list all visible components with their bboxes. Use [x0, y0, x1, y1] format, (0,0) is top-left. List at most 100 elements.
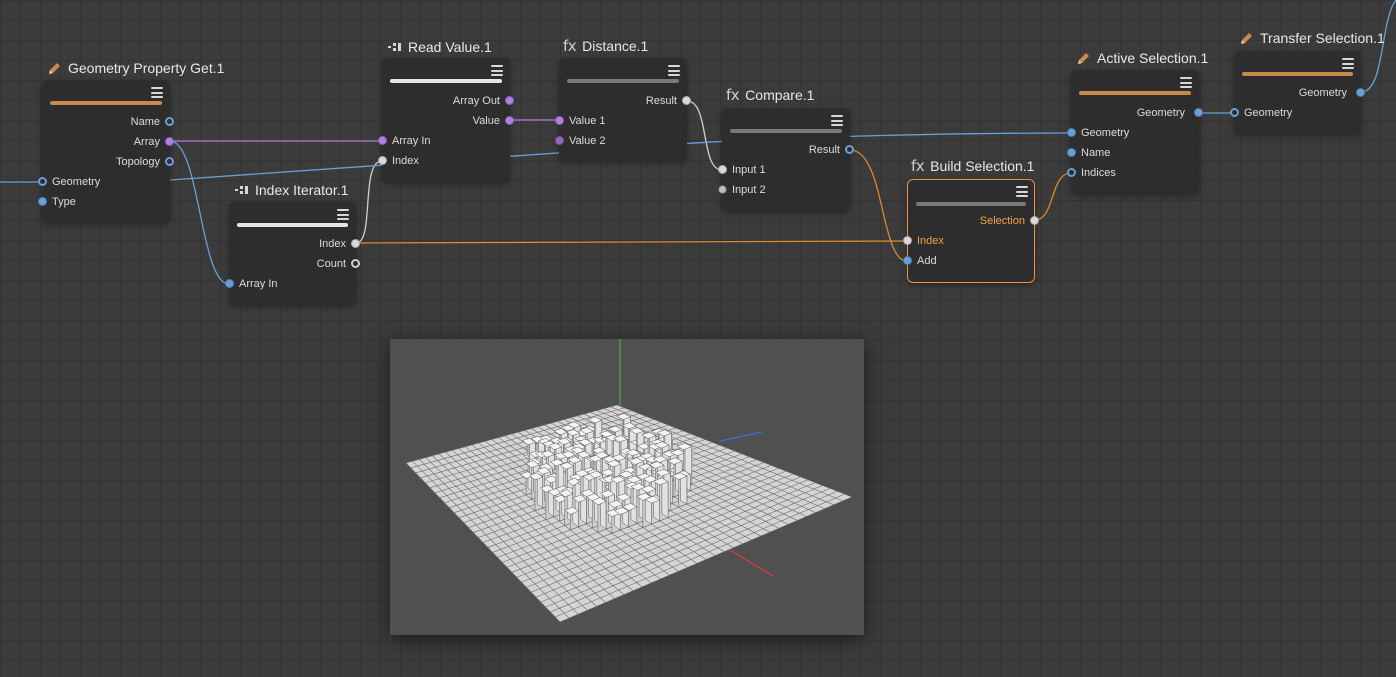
port-in-index[interactable] — [903, 236, 912, 245]
port-in-geometry[interactable] — [1067, 128, 1076, 137]
port-label-selection: Selection — [979, 215, 1025, 227]
iterator-icon — [233, 182, 249, 198]
port-label-array-in: Array In — [239, 278, 278, 290]
port-in-input1[interactable] — [718, 165, 727, 174]
port-out-index[interactable] — [351, 239, 360, 248]
iterator-icon — [386, 39, 402, 55]
port-out-topology[interactable] — [165, 157, 174, 166]
node-color-bar — [567, 79, 679, 83]
port-out-count[interactable] — [351, 259, 360, 268]
node-title-compare[interactable]: fx Compare.1 — [726, 86, 814, 104]
port-out-value[interactable] — [505, 116, 514, 125]
function-icon: fx — [563, 37, 577, 55]
menu-icon[interactable] — [337, 209, 349, 220]
axis-z — [719, 431, 763, 442]
menu-icon[interactable] — [491, 65, 503, 76]
port-out-array-out[interactable] — [505, 96, 514, 105]
port-in-index[interactable] — [378, 156, 387, 165]
menu-icon[interactable] — [831, 115, 843, 126]
node-color-bar — [390, 79, 502, 83]
node-index-iterator[interactable]: Index Count Array In — [225, 202, 360, 305]
port-in-value1[interactable] — [555, 116, 564, 125]
viewport-preview[interactable] — [390, 339, 864, 635]
port-out-name[interactable] — [165, 117, 174, 126]
node-distance[interactable]: Result Value 1 Value 2 — [555, 58, 691, 161]
pencil-icon — [1238, 30, 1254, 46]
port-label-value: Value — [472, 115, 500, 127]
node-compare[interactable]: Result Input 1 Input 2 — [718, 108, 854, 211]
node-transfer-selection[interactable]: Geometry Geometry — [1230, 51, 1365, 134]
port-label-geometry-in: Geometry — [1081, 127, 1130, 139]
node-active-selection[interactable]: Geometry Geometry Name Indices — [1067, 70, 1203, 194]
port-in-input2[interactable] — [718, 185, 727, 194]
node-read-value[interactable]: Array Out Value Array In Index — [378, 58, 514, 182]
node-color-bar — [1242, 72, 1353, 76]
port-out-geometry[interactable] — [1356, 88, 1365, 97]
port-label-add: Add — [917, 255, 937, 267]
port-in-name[interactable] — [1067, 148, 1076, 157]
port-in-value2[interactable] — [555, 136, 564, 145]
node-color-bar — [237, 223, 348, 227]
node-color-bar — [50, 101, 162, 105]
port-label-name: Name — [1081, 147, 1111, 159]
menu-icon[interactable] — [151, 87, 163, 98]
port-label-geometry-in: Geometry — [1244, 107, 1293, 119]
port-label-geometry: Geometry — [52, 176, 101, 188]
wire-compare-to-add — [849, 149, 908, 262]
port-label-topology: Topology — [115, 156, 160, 168]
port-in-array-in[interactable] — [225, 279, 234, 288]
port-label-geometry-out: Geometry — [1136, 107, 1185, 119]
wire-distance-to-compare — [686, 100, 723, 171]
wire-selection-to-indices — [1034, 172, 1072, 221]
menu-icon[interactable] — [1180, 77, 1192, 88]
node-title-build-selection[interactable]: fx Build Selection.1 — [911, 157, 1034, 175]
port-label-result: Result — [808, 144, 840, 156]
menu-icon[interactable] — [1342, 58, 1354, 69]
node-title-distance[interactable]: fx Distance.1 — [563, 37, 648, 55]
node-title-active-selection[interactable]: Active Selection.1 — [1075, 49, 1208, 67]
port-label-geometry-out: Geometry — [1298, 87, 1347, 99]
port-label-name: Name — [130, 116, 160, 128]
function-icon: fx — [726, 86, 740, 104]
port-out-result[interactable] — [682, 96, 691, 105]
port-in-type[interactable] — [38, 197, 47, 206]
menu-icon[interactable] — [1016, 186, 1028, 197]
port-label-index: Index — [917, 235, 944, 247]
port-label-index: Index — [319, 238, 346, 250]
node-color-bar — [916, 202, 1026, 206]
port-label-result: Result — [645, 95, 677, 107]
node-title-geometry-property-get[interactable]: Geometry Property Get.1 — [46, 59, 224, 77]
port-label-array-in: Array In — [392, 135, 431, 147]
node-title-read-value[interactable]: Read Value.1 — [386, 38, 492, 56]
wire-index-to-readvalue — [355, 160, 383, 244]
port-label-value2: Value 2 — [569, 135, 606, 147]
port-label-count: Count — [316, 258, 346, 270]
node-build-selection[interactable]: Selection Index Add — [903, 179, 1039, 283]
port-label-index: Index — [392, 155, 419, 167]
port-label-indices: Indices — [1081, 167, 1116, 179]
node-color-bar — [1079, 91, 1191, 95]
port-label-array: Array — [133, 136, 160, 148]
port-out-result[interactable] — [845, 145, 854, 154]
node-geometry-property-get[interactable]: Name Array Topology Geometry Type — [38, 80, 174, 223]
port-in-add[interactable] — [903, 256, 912, 265]
wire-array-to-iterator — [169, 140, 230, 285]
port-out-geometry[interactable] — [1194, 108, 1203, 117]
viewport-scene — [405, 339, 853, 623]
port-in-geometry[interactable] — [38, 177, 47, 186]
port-label-input2: Input 2 — [732, 184, 766, 196]
pencil-icon — [46, 60, 62, 76]
port-out-array[interactable] — [165, 137, 174, 146]
node-title-transfer-selection[interactable]: Transfer Selection.1 — [1238, 29, 1385, 47]
port-out-selection[interactable] — [1030, 216, 1039, 225]
menu-icon[interactable] — [668, 65, 680, 76]
port-label-type: Type — [52, 196, 76, 208]
port-in-array-in[interactable] — [378, 136, 387, 145]
port-label-array-out: Array Out — [452, 95, 500, 107]
wire-index-to-buildselection — [355, 240, 908, 244]
function-icon: fx — [911, 157, 925, 175]
port-in-indices[interactable] — [1067, 168, 1076, 177]
port-in-geometry[interactable] — [1230, 108, 1239, 117]
port-label-input1: Input 1 — [732, 164, 766, 176]
node-title-index-iterator[interactable]: Index Iterator.1 — [233, 181, 348, 199]
